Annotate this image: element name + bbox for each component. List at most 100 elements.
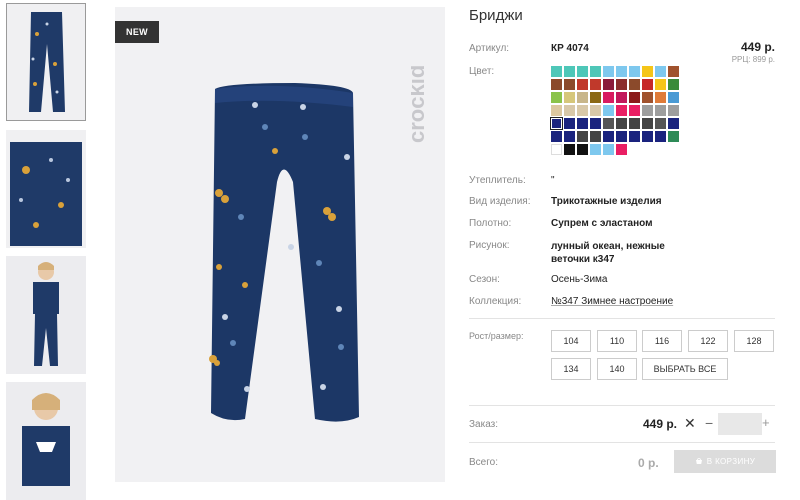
color-swatch[interactable]	[577, 118, 588, 129]
color-swatch[interactable]	[577, 105, 588, 116]
insulation-label: Утеплитель:	[469, 175, 526, 186]
size-button-122[interactable]: 122	[688, 330, 728, 352]
color-swatch[interactable]	[564, 144, 575, 155]
color-swatch[interactable]	[629, 131, 640, 142]
color-swatch[interactable]	[642, 92, 653, 103]
thumbnail-pants[interactable]	[6, 3, 86, 121]
color-swatch[interactable]	[603, 79, 614, 90]
color-swatch[interactable]	[550, 117, 563, 130]
color-swatch[interactable]	[564, 105, 575, 116]
color-swatch[interactable]	[577, 144, 588, 155]
color-swatch[interactable]	[655, 66, 666, 77]
color-swatch[interactable]	[655, 79, 666, 90]
color-swatch[interactable]	[590, 144, 601, 155]
color-swatch[interactable]	[642, 66, 653, 77]
color-swatch[interactable]	[577, 79, 588, 90]
color-swatch[interactable]	[590, 66, 601, 77]
color-swatch[interactable]	[590, 79, 601, 90]
collection-label: Коллекция:	[469, 296, 522, 307]
quantity-decrease-button[interactable]: −	[705, 415, 713, 431]
color-swatch[interactable]	[655, 118, 666, 129]
color-swatch[interactable]	[629, 79, 640, 90]
color-swatch[interactable]	[629, 105, 640, 116]
quantity-input[interactable]	[718, 413, 762, 435]
color-label: Цвет:	[469, 66, 495, 77]
size-button-104[interactable]: 104	[551, 330, 591, 352]
color-swatch[interactable]	[616, 105, 627, 116]
color-swatch[interactable]	[564, 92, 575, 103]
divider	[469, 405, 775, 406]
color-swatch[interactable]	[655, 131, 666, 142]
rrp-price: РРЦ: 899 р.	[731, 55, 775, 64]
color-swatch[interactable]	[616, 79, 627, 90]
color-swatch[interactable]	[551, 66, 562, 77]
color-swatch[interactable]	[603, 92, 614, 103]
color-swatch[interactable]	[655, 105, 666, 116]
color-swatch[interactable]	[603, 131, 614, 142]
thumbnail-model-1[interactable]	[6, 256, 86, 374]
color-swatch[interactable]	[551, 92, 562, 103]
color-swatch[interactable]	[616, 131, 627, 142]
color-swatch[interactable]	[642, 131, 653, 142]
color-swatch[interactable]	[551, 144, 562, 155]
divider	[469, 442, 775, 443]
color-swatch[interactable]	[564, 66, 575, 77]
color-swatch[interactable]	[616, 144, 627, 155]
color-swatch[interactable]	[668, 79, 679, 90]
color-swatch[interactable]	[551, 131, 562, 142]
quantity-increase-button[interactable]: +	[762, 415, 770, 430]
select-all-sizes-button[interactable]: ВЫБРАТЬ ВСЕ	[642, 358, 728, 380]
product-price: 449 р.	[740, 40, 775, 54]
collection-link[interactable]: №347 Зимнее настроение	[551, 296, 673, 307]
color-swatch[interactable]	[590, 92, 601, 103]
size-button-134[interactable]: 134	[551, 358, 591, 380]
size-button-110[interactable]: 110	[597, 330, 637, 352]
size-button-140[interactable]: 140	[597, 358, 637, 380]
color-swatch[interactable]	[629, 92, 640, 103]
color-swatch[interactable]	[603, 105, 614, 116]
color-swatch[interactable]	[668, 66, 679, 77]
total-value: 0 р.	[638, 456, 659, 470]
season-label: Сезон:	[469, 274, 500, 285]
color-swatch[interactable]	[655, 92, 666, 103]
add-to-cart-button[interactable]: В КОРЗИНУ	[674, 450, 776, 473]
size-button-128[interactable]: 128	[734, 330, 774, 352]
color-swatch[interactable]	[668, 105, 679, 116]
color-swatch[interactable]	[668, 92, 679, 103]
color-swatch[interactable]	[590, 131, 601, 142]
insulation-value: "	[551, 175, 555, 186]
color-swatch[interactable]	[616, 92, 627, 103]
color-swatch[interactable]	[577, 92, 588, 103]
close-icon[interactable]: ✕	[684, 416, 696, 430]
color-swatch[interactable]	[603, 66, 614, 77]
color-swatch[interactable]	[642, 118, 653, 129]
color-swatch[interactable]	[551, 105, 562, 116]
model-closeup-thumbnail-image	[6, 382, 86, 500]
add-to-cart-label: В КОРЗИНУ	[706, 457, 756, 466]
color-swatch[interactable]	[668, 118, 679, 129]
model-thumbnail-image	[6, 256, 86, 374]
color-swatch[interactable]	[629, 118, 640, 129]
color-swatch[interactable]	[668, 131, 679, 142]
color-swatch[interactable]	[577, 66, 588, 77]
color-swatch[interactable]	[616, 118, 627, 129]
total-label: Всего:	[469, 457, 498, 468]
color-swatch[interactable]	[590, 105, 601, 116]
size-button-116[interactable]: 116	[642, 330, 682, 352]
color-swatch[interactable]	[564, 131, 575, 142]
color-swatch[interactable]	[642, 105, 653, 116]
color-swatch[interactable]	[629, 66, 640, 77]
color-swatch[interactable]	[577, 131, 588, 142]
color-swatch[interactable]	[603, 144, 614, 155]
season-value: Осень-Зима	[551, 274, 608, 285]
color-swatch[interactable]	[590, 118, 601, 129]
color-swatch[interactable]	[642, 79, 653, 90]
color-swatch[interactable]	[564, 118, 575, 129]
color-swatch[interactable]	[603, 118, 614, 129]
color-swatch[interactable]	[564, 79, 575, 90]
cart-icon	[695, 457, 702, 464]
color-swatch[interactable]	[551, 79, 562, 90]
color-swatch[interactable]	[616, 66, 627, 77]
thumbnail-model-2[interactable]	[6, 382, 86, 500]
thumbnail-fabric[interactable]	[6, 130, 86, 248]
